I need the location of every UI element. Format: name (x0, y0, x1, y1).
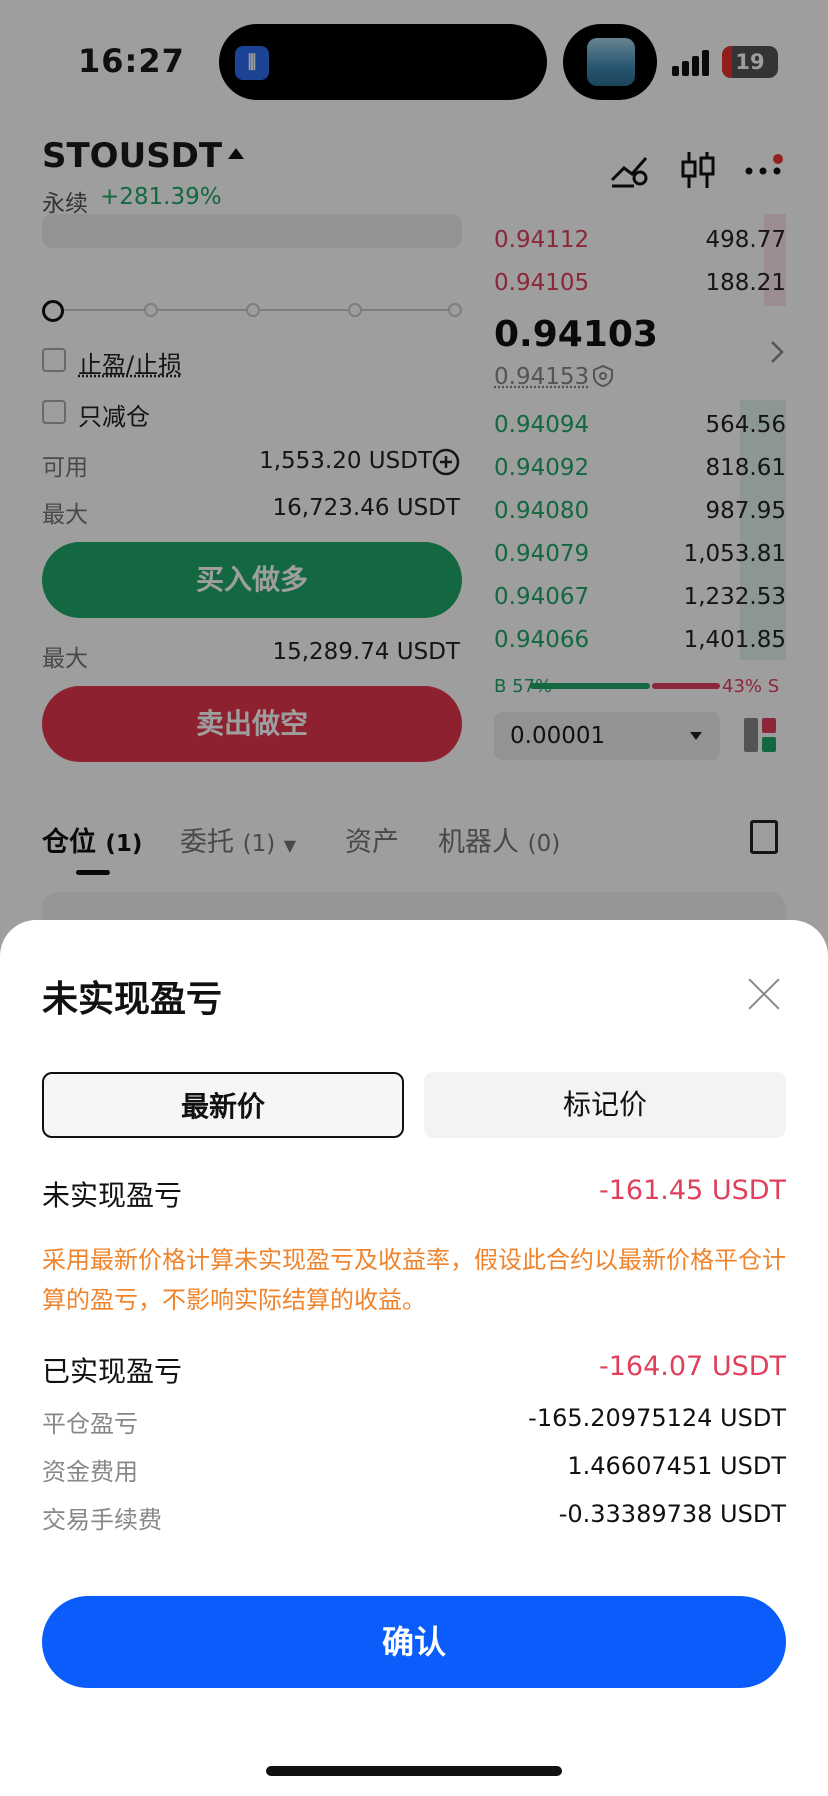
segment-last-price[interactable]: 最新价 (42, 1072, 404, 1138)
home-indicator[interactable] (266, 1766, 562, 1776)
detail-label: 平仓盈亏 (42, 1410, 138, 1438)
realized-pnl-label: 已实现盈亏 (42, 1355, 183, 1388)
detail-value: -0.33389738 USDT (558, 1500, 786, 1528)
unrealized-pnl-value: -161.45 USDT (599, 1175, 786, 1206)
close-icon[interactable] (746, 976, 782, 1012)
realized-pnl-value: -164.07 USDT (599, 1351, 786, 1382)
detail-value: -165.20975124 USDT (528, 1404, 786, 1432)
detail-label: 资金费用 (42, 1458, 138, 1486)
pnl-explanation-note: 采用最新价格计算未实现盈亏及收益率，假设此合约以最新价格平仓计算的盈亏，不影响实… (42, 1246, 786, 1314)
detail-label: 交易手续费 (42, 1506, 162, 1534)
confirm-button[interactable]: 确认 (42, 1596, 786, 1688)
detail-value: 1.46607451 USDT (567, 1452, 786, 1480)
unrealized-pnl-label: 未实现盈亏 (42, 1179, 183, 1212)
sheet-title: 未实现盈亏 (42, 979, 223, 1020)
segment-mark-price[interactable]: 标记价 (424, 1072, 786, 1138)
